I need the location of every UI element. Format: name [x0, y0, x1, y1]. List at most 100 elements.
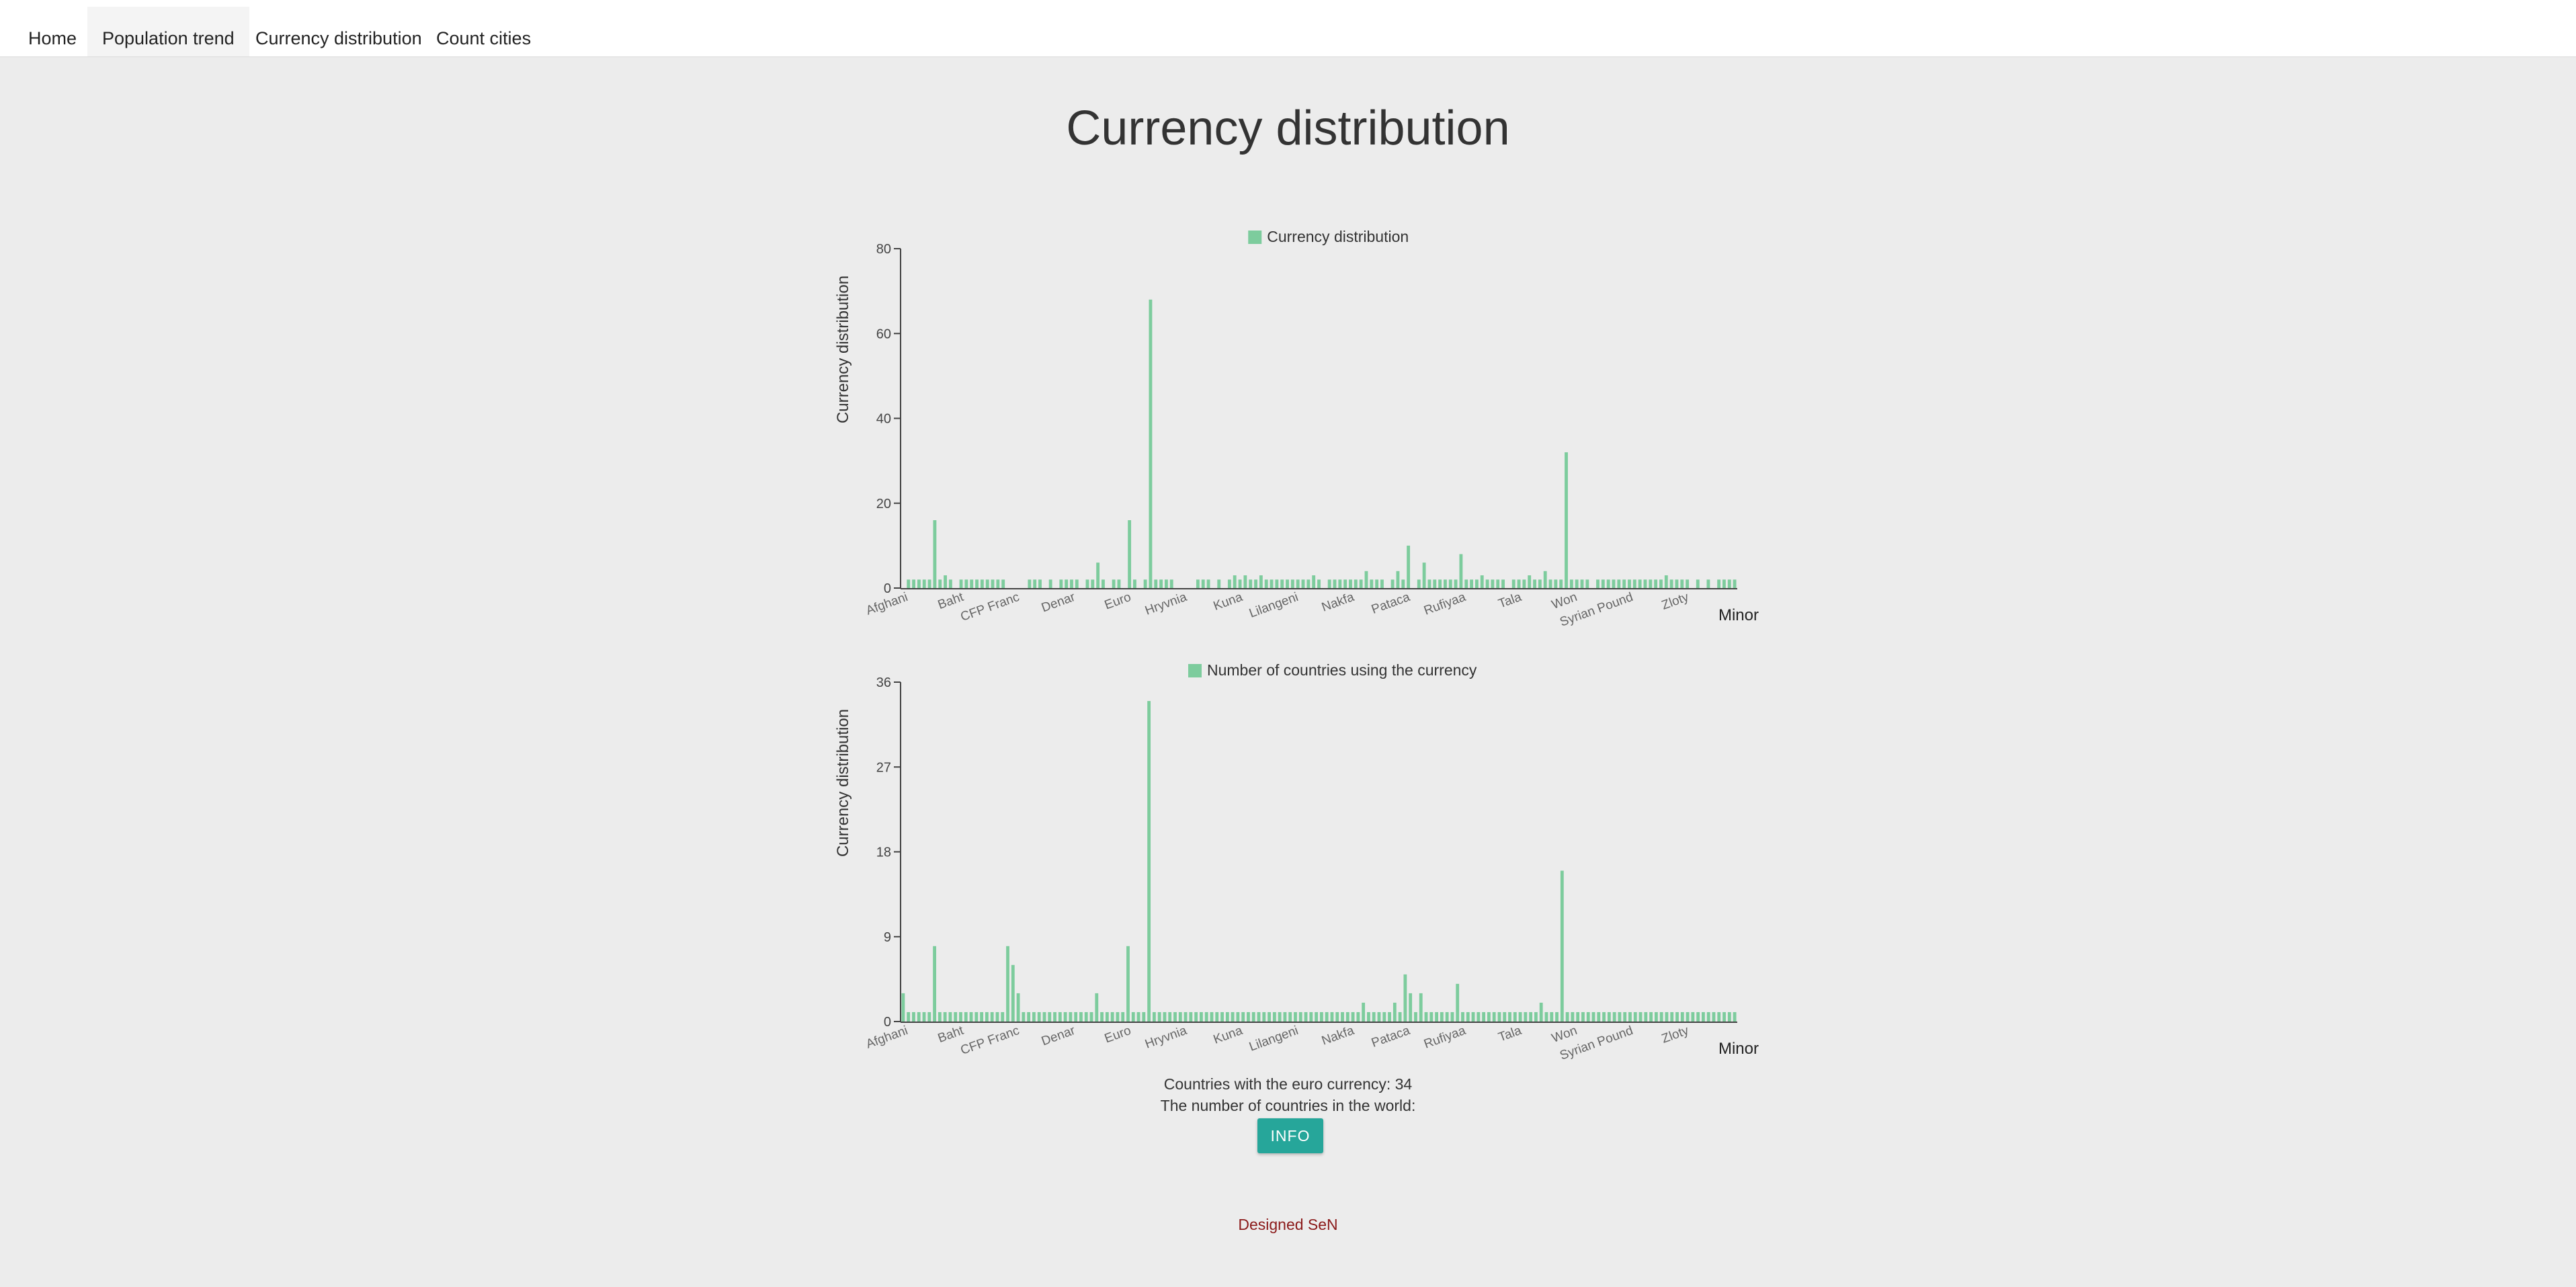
bar[interactable]	[1333, 579, 1337, 588]
bar[interactable]	[1440, 1011, 1444, 1022]
bar[interactable]	[1096, 563, 1100, 588]
bar[interactable]	[1454, 579, 1458, 588]
bar[interactable]	[1032, 1011, 1036, 1022]
bar[interactable]	[1163, 1011, 1167, 1022]
bar[interactable]	[1388, 1011, 1391, 1022]
bar[interactable]	[1168, 1011, 1172, 1022]
bar[interactable]	[1065, 579, 1069, 588]
bar[interactable]	[944, 575, 947, 588]
bar[interactable]	[1189, 1011, 1193, 1022]
bar[interactable]	[1607, 1011, 1611, 1022]
bar[interactable]	[1006, 946, 1009, 1022]
bar[interactable]	[1338, 579, 1342, 588]
bar[interactable]	[1262, 1011, 1266, 1022]
bar[interactable]	[1612, 579, 1616, 588]
bar[interactable]	[1283, 1011, 1287, 1022]
bar[interactable]	[1147, 701, 1151, 1022]
bar[interactable]	[1727, 579, 1731, 588]
bar[interactable]	[1084, 1011, 1088, 1022]
bar[interactable]	[948, 579, 952, 588]
bar[interactable]	[1680, 579, 1684, 588]
bar[interactable]	[1196, 579, 1200, 588]
bar[interactable]	[1565, 1011, 1569, 1022]
bar[interactable]	[1200, 1011, 1203, 1022]
bar[interactable]	[1110, 1011, 1114, 1022]
bar[interactable]	[1028, 579, 1032, 588]
bar[interactable]	[1128, 520, 1132, 588]
bar[interactable]	[1238, 579, 1242, 588]
bar[interactable]	[1696, 1011, 1700, 1022]
bar[interactable]	[1522, 579, 1526, 588]
bar[interactable]	[938, 1011, 942, 1022]
bar[interactable]	[901, 993, 905, 1022]
bar[interactable]	[1268, 1011, 1271, 1022]
bar[interactable]	[1474, 579, 1479, 588]
bar[interactable]	[1112, 579, 1116, 588]
bar[interactable]	[1654, 1011, 1658, 1022]
bar[interactable]	[1409, 993, 1413, 1022]
bar[interactable]	[933, 520, 937, 588]
bar[interactable]	[1309, 1011, 1313, 1022]
bar[interactable]	[1089, 1011, 1093, 1022]
bar[interactable]	[1643, 579, 1647, 588]
bar[interactable]	[1074, 1011, 1078, 1022]
bar[interactable]	[1317, 579, 1321, 588]
bar[interactable]	[1670, 1011, 1674, 1022]
bar[interactable]	[991, 579, 995, 588]
bar[interactable]	[1116, 1011, 1120, 1022]
bar[interactable]	[1518, 1011, 1522, 1022]
nav-count-cities[interactable]: Count cities	[421, 7, 546, 56]
bar[interactable]	[1241, 1011, 1245, 1022]
bar[interactable]	[1345, 1011, 1349, 1022]
bar[interactable]	[959, 579, 963, 588]
bar[interactable]	[1225, 1011, 1229, 1022]
bar[interactable]	[1257, 1011, 1261, 1022]
bar[interactable]	[1380, 579, 1384, 588]
bar[interactable]	[975, 579, 979, 588]
bar[interactable]	[1327, 579, 1331, 588]
bar[interactable]	[1686, 579, 1690, 588]
bar[interactable]	[964, 579, 968, 588]
bar[interactable]	[1435, 1011, 1438, 1022]
bar[interactable]	[1306, 579, 1311, 588]
bar[interactable]	[1312, 575, 1316, 588]
bar[interactable]	[1461, 1011, 1464, 1022]
bar[interactable]	[1664, 575, 1668, 588]
bar[interactable]	[1424, 1011, 1428, 1022]
bar[interactable]	[1372, 1011, 1376, 1022]
bar[interactable]	[1251, 1011, 1255, 1022]
bar[interactable]	[1194, 1011, 1198, 1022]
bar[interactable]	[1733, 579, 1737, 588]
bar[interactable]	[1272, 1011, 1276, 1022]
bar[interactable]	[1382, 1011, 1386, 1022]
bar[interactable]	[1027, 1011, 1031, 1022]
bar[interactable]	[1497, 1011, 1501, 1022]
bar[interactable]	[1091, 579, 1095, 588]
bar[interactable]	[1422, 563, 1426, 588]
bar[interactable]	[1359, 579, 1363, 588]
bar[interactable]	[1601, 579, 1605, 588]
bar[interactable]	[1585, 579, 1589, 588]
bar[interactable]	[1210, 1011, 1214, 1022]
bar[interactable]	[1669, 579, 1673, 588]
bar[interactable]	[1733, 1011, 1737, 1022]
bar[interactable]	[1543, 571, 1547, 588]
bar[interactable]	[1247, 1011, 1250, 1022]
bar[interactable]	[1596, 579, 1599, 588]
bar[interactable]	[1206, 579, 1210, 588]
bar[interactable]	[974, 1011, 979, 1022]
bar[interactable]	[1419, 993, 1423, 1022]
bar[interactable]	[1183, 1011, 1188, 1022]
bar[interactable]	[1702, 1011, 1705, 1022]
bar[interactable]	[1492, 1011, 1496, 1022]
bar[interactable]	[1298, 1011, 1302, 1022]
bar[interactable]	[959, 1011, 962, 1022]
bar[interactable]	[1659, 579, 1663, 588]
bar[interactable]	[1142, 1011, 1146, 1022]
bar[interactable]	[1448, 579, 1452, 588]
bar[interactable]	[1571, 1011, 1575, 1022]
bar[interactable]	[1159, 579, 1163, 588]
bar[interactable]	[1136, 1011, 1140, 1022]
bar[interactable]	[1396, 571, 1400, 588]
bar[interactable]	[1665, 1011, 1669, 1022]
